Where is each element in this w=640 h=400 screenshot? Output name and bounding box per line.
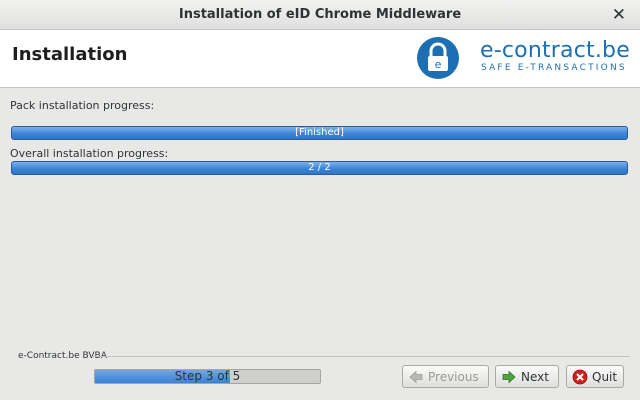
close-window-icon[interactable]: ✕ [612,5,626,25]
overall-progress-bar: 2 / 2 [11,161,628,175]
overall-progress-text: 2 / 2 [308,162,331,173]
brand-tagline: SAFE E-TRANSACTIONS [481,63,627,73]
previous-button[interactable]: Previous [402,365,489,388]
arrow-right-icon [502,370,516,383]
previous-button-label: Previous [428,369,479,384]
pack-progress-text: [Finished] [295,127,344,138]
arrow-left-icon [409,370,423,383]
pack-progress-bar: [Finished] [11,126,628,140]
footer-divider [92,356,630,357]
page-title: Installation [12,44,128,65]
step-progress-text: Step 3 of 5 [174,369,241,383]
overall-progress-label: Overall installation progress: [10,147,169,160]
step-progress-bar: Step 3 of 5 [94,369,321,384]
quit-button[interactable]: Quit [566,365,624,388]
svg-text:e: e [435,58,442,71]
pack-progress-label: Pack installation progress: [10,99,155,112]
brand-name: e-contract.be [480,38,630,63]
installer-header: Installation e e-contract.be SAFE E-TRAN… [0,30,640,88]
next-button[interactable]: Next [495,365,559,388]
window-titlebar: Installation of eID Chrome Middleware ✕ [0,0,640,30]
window-title: Installation of eID Chrome Middleware [178,7,462,22]
next-button-label: Next [521,369,549,384]
quit-icon [572,369,588,384]
padlock-logo-icon: e [417,37,459,79]
quit-button-label: Quit [592,369,618,384]
